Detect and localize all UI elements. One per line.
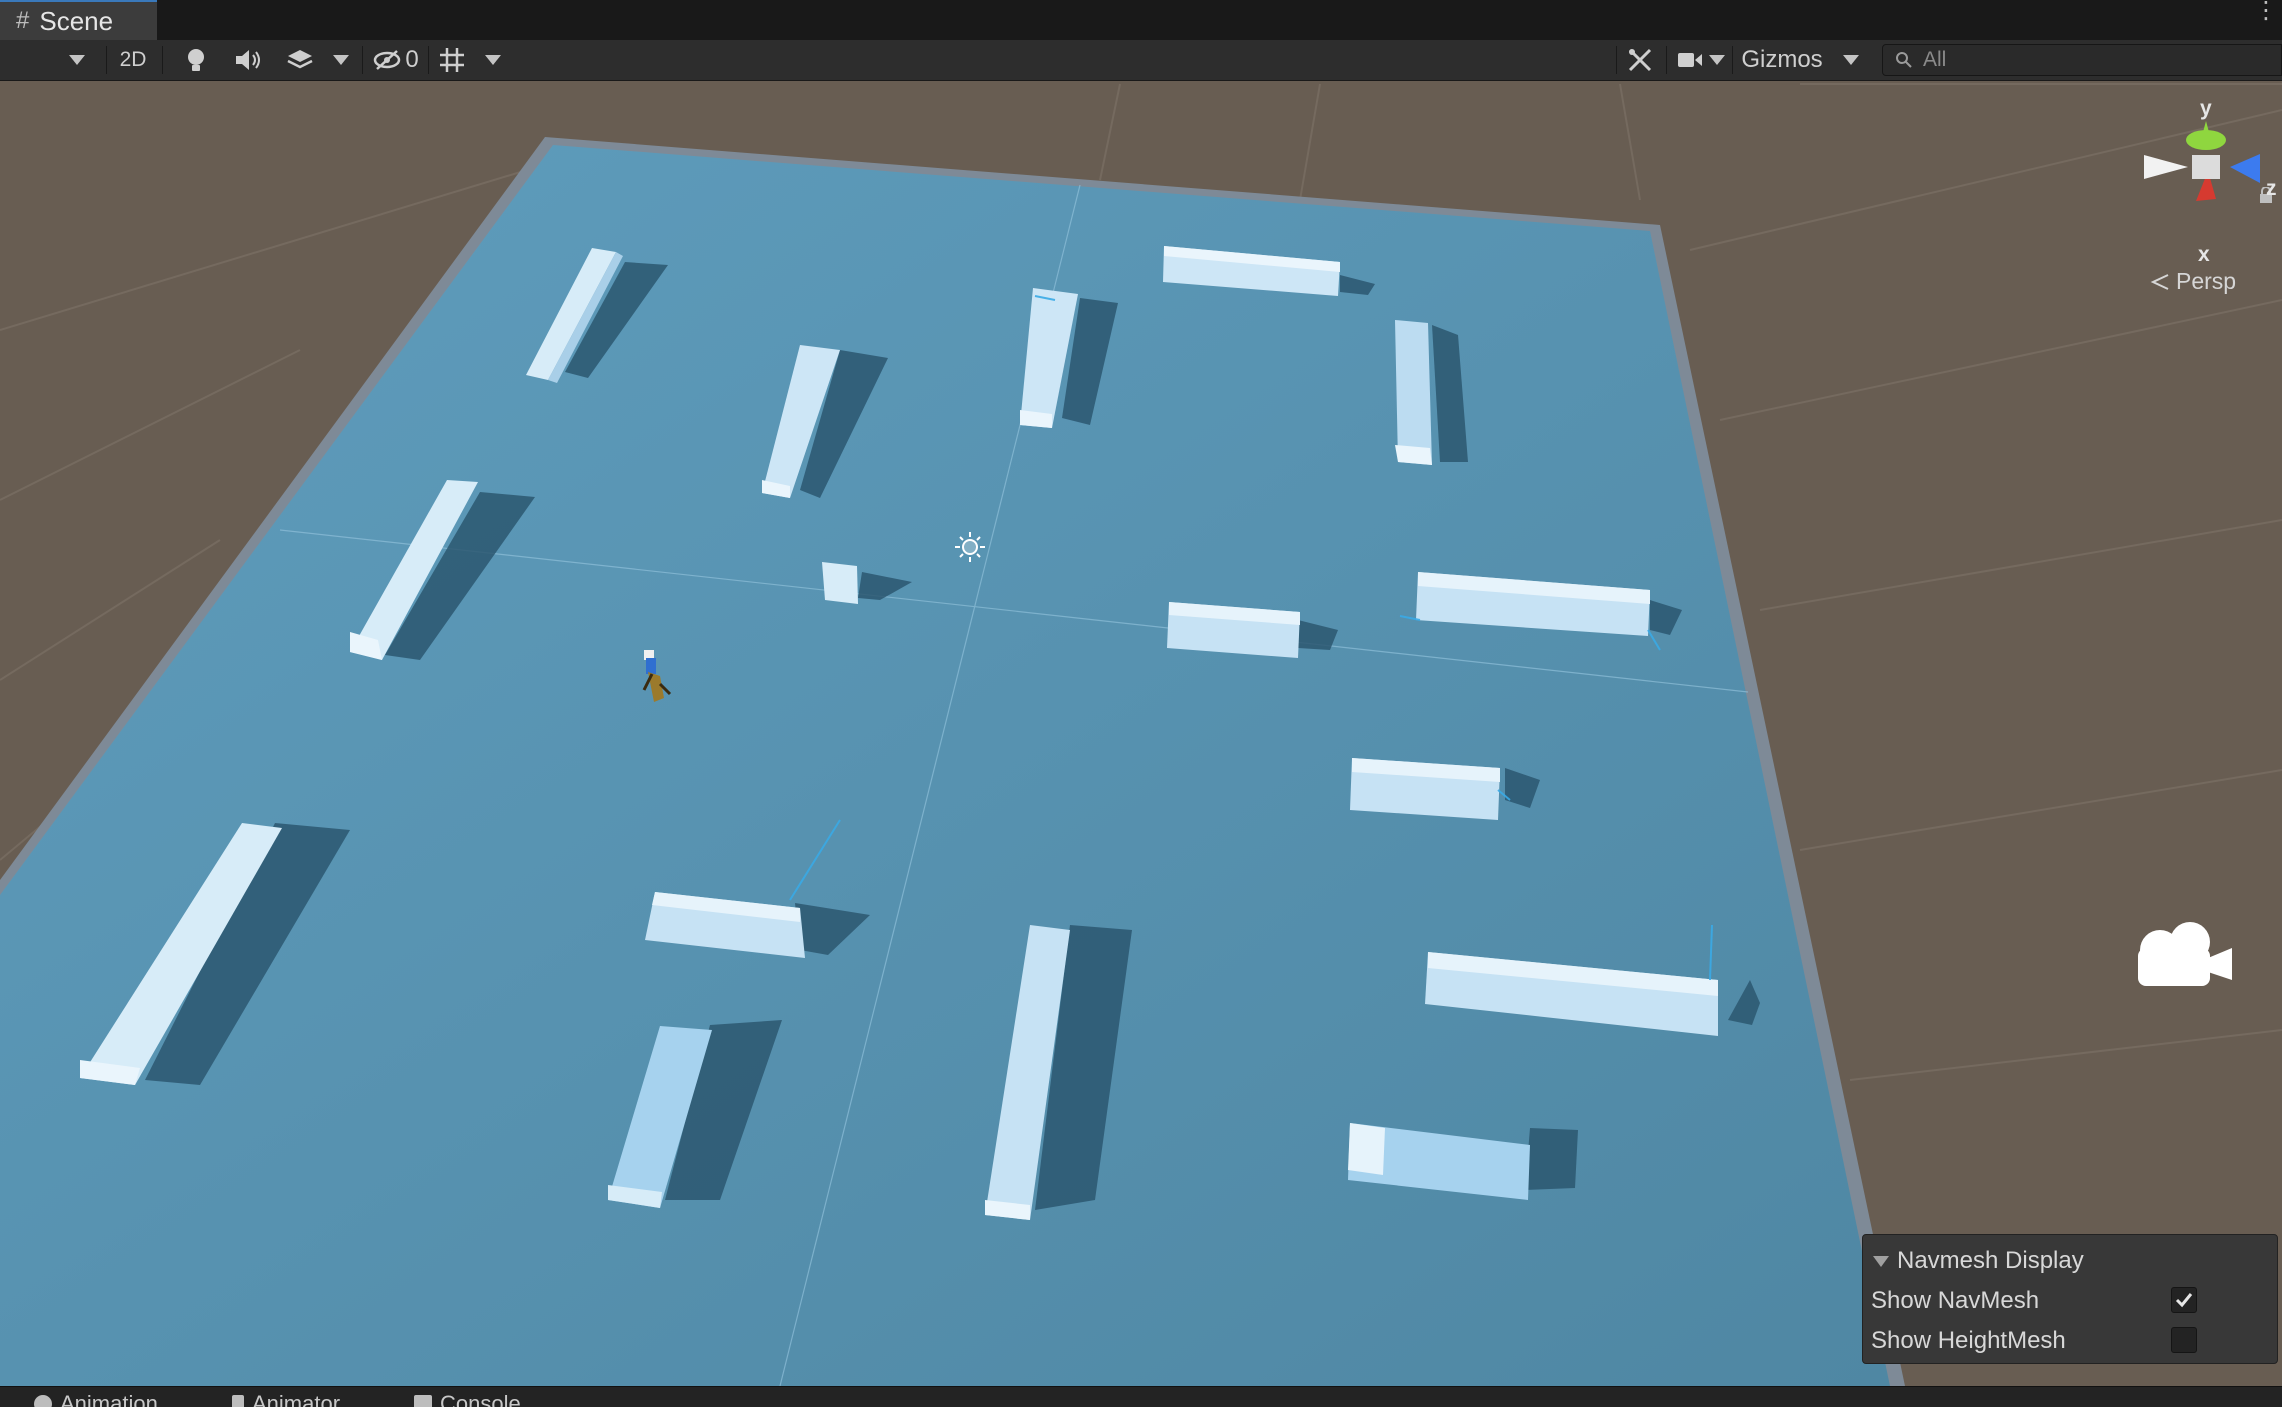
grid-icon [440, 48, 464, 72]
tools-icon [1628, 48, 1652, 72]
perspective-chevron-icon [2150, 273, 2169, 290]
hidden-object-count: 0 [405, 46, 419, 73]
scene-render [0, 83, 2282, 1386]
orientation-gizmo[interactable]: y z x [2138, 97, 2278, 297]
search-icon [1896, 52, 1912, 68]
console-icon [414, 1395, 432, 1407]
tab-console[interactable]: Console [414, 1391, 521, 1407]
camera-icon [2138, 922, 2232, 986]
show-navmesh-checkbox[interactable] [2171, 1287, 2197, 1313]
camera-settings-button[interactable] [1670, 40, 1710, 80]
layers-icon [287, 50, 313, 69]
tab-scene-label: Scene [39, 5, 114, 36]
search-placeholder: All [1923, 48, 1947, 71]
toggle-2d-label: 2D [119, 48, 147, 71]
chevron-down-icon [1709, 55, 1725, 65]
navmesh-display-title: Navmesh Display [1897, 1247, 2084, 1274]
video-camera-icon [1678, 53, 1702, 67]
navmesh-display-overlay: Navmesh Display Show NavMesh Show Height… [1862, 1234, 2278, 1364]
gizmos-label: Gizmos [1741, 46, 1823, 73]
lightbulb-icon [188, 49, 204, 71]
gizmos-button[interactable]: Gizmos [1738, 40, 1826, 80]
tab-scene[interactable]: # Scene [0, 0, 157, 40]
bottom-tab-strip: Animation Animator Console [0, 1386, 2282, 1407]
camera-settings-dropdown[interactable] [1706, 40, 1728, 80]
speaker-icon [236, 50, 260, 70]
tab-console-label: Console [440, 1391, 521, 1407]
draw-mode-dropdown[interactable] [58, 40, 96, 80]
tab-animation[interactable]: Animation [34, 1391, 158, 1407]
navmesh-plane [0, 145, 1890, 1386]
gizmo-y-label: y [2200, 97, 2212, 120]
projection-label: Persp [2176, 268, 2237, 294]
gizmos-dropdown[interactable] [1838, 40, 1864, 80]
search-input[interactable]: All [1882, 44, 2282, 76]
tab-animator[interactable]: Animator [232, 1391, 340, 1407]
toggle-2d-button[interactable]: 2D [110, 40, 156, 80]
tab-bar: # Scene ⋮ [0, 0, 2282, 41]
effects-dropdown[interactable] [328, 40, 354, 80]
gizmo-neg-z-cone[interactable] [2144, 155, 2188, 179]
show-heightmesh-checkbox[interactable] [2171, 1327, 2197, 1353]
chevron-down-icon [69, 55, 85, 65]
scene-visibility-toggle[interactable]: 0 [366, 40, 426, 80]
tab-animator-label: Animator [252, 1391, 341, 1407]
grid-toggle[interactable] [432, 40, 472, 80]
collapse-triangle-icon [1873, 1255, 1889, 1267]
checkmark-icon [2175, 1293, 2193, 1308]
hidden-eye-icon [374, 50, 401, 70]
show-navmesh-label: Show NavMesh [1871, 1287, 2040, 1314]
gizmo-z-label: z [2266, 177, 2277, 200]
navmesh-display-header[interactable]: Navmesh Display [1873, 1247, 2084, 1275]
grid-dropdown[interactable] [480, 40, 506, 80]
animation-icon [34, 1395, 52, 1407]
projection-toggle[interactable]: Persp [2150, 268, 2236, 295]
chevron-down-icon [1843, 55, 1859, 65]
chevron-down-icon [333, 55, 349, 65]
scene-hash-icon: # [16, 7, 30, 34]
effects-toggle[interactable] [280, 40, 320, 80]
gizmo-z-cone[interactable] [2230, 154, 2260, 183]
gizmo-x-label: x [2198, 243, 2210, 266]
scene-viewport[interactable] [0, 81, 2282, 1386]
show-heightmesh-label: Show HeightMesh [1871, 1327, 2066, 1354]
animator-icon [232, 1395, 244, 1407]
chevron-down-icon [485, 55, 501, 65]
tools-toggle[interactable] [1620, 40, 1660, 80]
audio-toggle[interactable] [228, 40, 268, 80]
lighting-toggle[interactable] [176, 40, 216, 80]
more-options-icon[interactable]: ⋮ [2254, 0, 2278, 23]
tab-animation-label: Animation [60, 1391, 158, 1407]
